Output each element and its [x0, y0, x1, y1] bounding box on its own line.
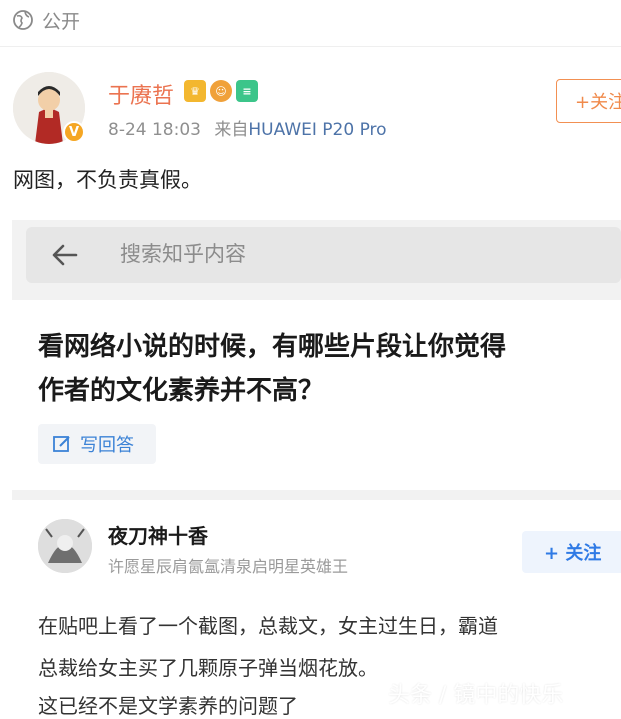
globe-icon: [13, 10, 33, 30]
answer-text-line-1: 在贴吧上看了一个截图，总裁文，女主过生日，霸道: [38, 614, 498, 638]
source-prefix: 来自: [214, 120, 249, 140]
visibility-label: 公开: [42, 10, 81, 33]
author-badges: ♛ ☺ ≡: [184, 80, 258, 102]
post-text: 网图，不负责真假。: [13, 168, 202, 192]
answer-author-bio: 许愿星辰肩氤氲清泉启明星英雄王: [108, 557, 349, 576]
v-verified-icon: V: [63, 121, 85, 143]
medal-badge-icon[interactable]: ☺: [210, 80, 232, 102]
write-answer-label: 写回答: [80, 435, 134, 456]
source-device[interactable]: HUAWEI P20 Pro: [248, 120, 386, 140]
search-placeholder: 搜索知乎内容: [120, 242, 246, 266]
question-title-line-2: 作者的文化素养并不高？: [38, 376, 325, 406]
watermark: 头条 / 镜中的快乐: [388, 683, 564, 708]
answer-author-name: 夜刀神十香: [108, 524, 208, 548]
question-title-line-1: 看网络小说的时候，有哪些片段让你觉得: [38, 332, 507, 362]
divider: [0, 46, 621, 47]
crown-badge-icon[interactable]: ♛: [184, 80, 206, 102]
answer-text-line-3: 这已经不是文学素养的问题了: [38, 694, 298, 718]
back-arrow-icon: [52, 244, 78, 266]
answer-author-avatar: [38, 519, 92, 573]
write-answer-button: 写回答: [38, 424, 156, 464]
zhihu-follow-button: + 关注: [522, 531, 621, 573]
post-meta: 8-24 18:03 来自HUAWEI P20 Pro: [108, 115, 387, 140]
edit-icon: [53, 436, 70, 452]
visibility-row[interactable]: 公开: [12, 6, 80, 34]
answer-text-line-2: 总裁给女主买了几颗原子弹当烟花放。: [38, 656, 378, 680]
member-badge-icon[interactable]: ≡: [236, 80, 258, 102]
post-date: 8-24 18:03: [108, 120, 201, 140]
follow-button[interactable]: +关注: [556, 79, 621, 123]
zhihu-search-bar: [26, 227, 621, 283]
author-name[interactable]: 于赓哲: [108, 78, 174, 110]
